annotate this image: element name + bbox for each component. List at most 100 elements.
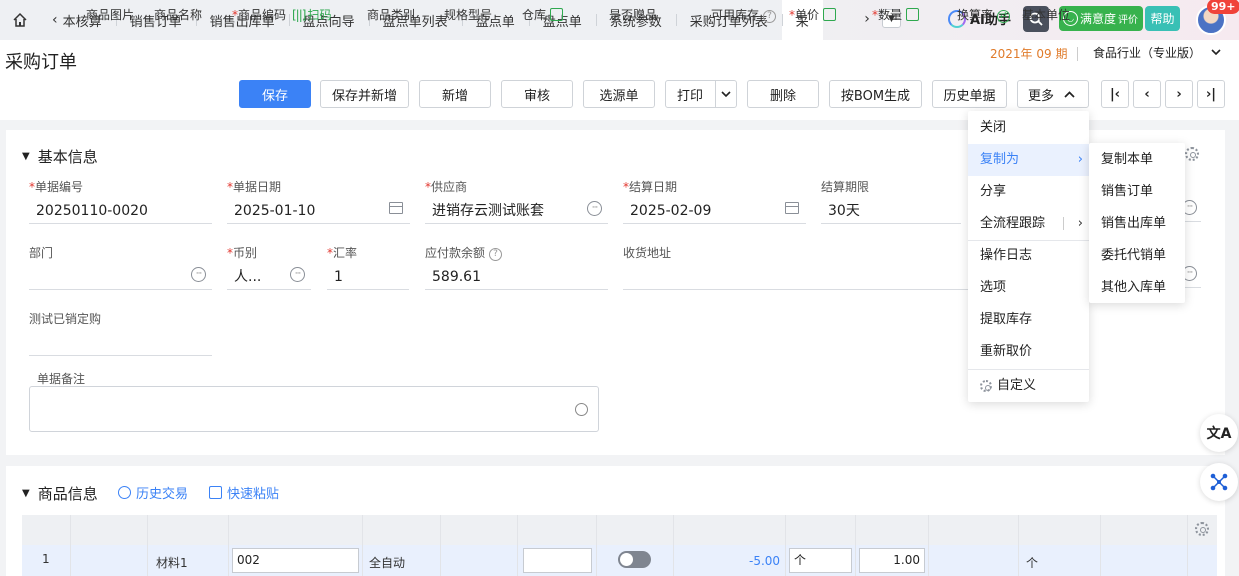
gear-icon[interactable] (1185, 147, 1199, 161)
collapse-triangle-icon: ▼ (22, 488, 30, 499)
menu-item-customize[interactable]: 自定义 (968, 370, 1089, 402)
row-warehouse-input[interactable] (523, 548, 592, 573)
gear-icon[interactable] (1195, 522, 1209, 536)
batch-edit-icon[interactable] (823, 8, 837, 21)
memo-textarea[interactable] (29, 386, 599, 432)
print-button[interactable]: 打印 (665, 80, 737, 108)
divider (1077, 47, 1078, 61)
next-record-icon[interactable]: › (1165, 80, 1193, 108)
save-and-new-button[interactable]: 保存并新增 (320, 80, 409, 108)
submenu-sales-order[interactable]: 销售订单 (1089, 176, 1185, 208)
col-base-unit[interactable]: 基本单位 (1022, 0, 1070, 30)
more-button[interactable]: 更多 (1017, 80, 1089, 108)
goods-info-header[interactable]: ▼ 商品信息 (22, 483, 98, 504)
select-source-button[interactable]: 选源单 (583, 80, 655, 108)
row-code-input[interactable]: 002 (232, 548, 359, 573)
row-base-unit: 个 (1026, 556, 1039, 570)
gear-icon (980, 380, 992, 392)
row-unit-input[interactable]: 个 (789, 548, 852, 573)
calendar-icon[interactable] (389, 202, 403, 214)
col-spec[interactable]: 规格型号 (444, 0, 492, 30)
last-record-icon[interactable]: ›| (1197, 80, 1225, 108)
currency-field[interactable]: *币别 人... ··· (227, 244, 311, 290)
satisfaction-button[interactable]: ◡ 满意度 评价 (1059, 6, 1143, 31)
menu-item-extract-stock[interactable]: 提取库存 (968, 304, 1089, 336)
history-trade-link[interactable]: 历史交易 (118, 483, 188, 502)
col-unit-price[interactable]: *单价 (789, 0, 837, 30)
page-title: 采购订单 (5, 52, 77, 73)
col-image[interactable]: 商品图片 (86, 0, 134, 30)
col-name[interactable]: 商品名称 (154, 0, 202, 30)
divider (715, 81, 716, 107)
period-label[interactable]: 2021年 09 期 (990, 45, 1067, 62)
chevron-down-icon[interactable] (721, 91, 731, 98)
menu-item-close[interactable]: 关闭 (968, 112, 1089, 144)
col-stock[interactable]: 可用库存? (711, 0, 777, 30)
submenu-copy-this[interactable]: 复制本单 (1089, 144, 1185, 176)
help-icon[interactable]: ? (763, 10, 777, 23)
first-record-icon[interactable]: |‹ (1101, 80, 1129, 108)
more-options-icon[interactable]: ··· (587, 201, 602, 216)
help-icon[interactable]: ? (489, 248, 503, 261)
row-qty-input[interactable]: 1.00 (859, 548, 925, 573)
menu-item-share[interactable]: 分享 (968, 176, 1089, 208)
col-rate[interactable]: 换算率 ⇄ (957, 0, 1011, 30)
chevron-right-icon: › (1077, 152, 1083, 167)
calendar-icon[interactable] (785, 202, 799, 214)
gift-toggle[interactable] (618, 551, 651, 568)
more-options-icon[interactable]: ··· (290, 267, 305, 282)
copy-as-submenu: 复制本单 销售订单 销售出库单 委托代销单 其他入库单 (1089, 143, 1185, 303)
col-gift[interactable]: 是否赠品 (609, 0, 657, 30)
payable-balance-field: 应付款余额? 589.61 (425, 244, 608, 290)
department-field[interactable]: 部门 ··· (29, 244, 212, 290)
edit-icon[interactable] (575, 403, 588, 416)
notification-badge: 99+ (1207, 0, 1239, 14)
settle-date-field[interactable]: *结算日期 2025-02-09 (623, 178, 806, 224)
submenu-other-inbound[interactable]: 其他入库单 (1089, 272, 1185, 304)
delete-button[interactable]: 删除 (747, 80, 819, 108)
menu-item-copy-as[interactable]: 复制为 › (968, 144, 1089, 176)
network-icon[interactable] (1200, 463, 1238, 501)
table-header (22, 515, 1217, 545)
batch-edit-icon[interactable] (906, 8, 920, 21)
col-category[interactable]: 商品类别 (367, 0, 415, 30)
previous-record-icon[interactable]: ‹ (1133, 80, 1161, 108)
chevron-right-icon[interactable]: › (1078, 208, 1083, 240)
row-name[interactable]: 材料1 (156, 554, 188, 571)
generate-by-bom-button[interactable]: 按BOM生成 (829, 80, 922, 108)
test-presold-field[interactable]: 测试已销定购 (29, 310, 212, 356)
menu-item-options[interactable]: 选项 (968, 272, 1089, 304)
audit-button[interactable]: 审核 (501, 80, 573, 108)
new-button[interactable]: 新增 (419, 80, 491, 108)
batch-edit-icon[interactable] (550, 8, 564, 21)
save-button[interactable]: 保存 (239, 80, 311, 108)
scan-button[interactable]: [||] 扫码 (292, 0, 331, 30)
quick-paste-link[interactable]: 快速粘贴 (209, 483, 279, 502)
history-docs-button[interactable]: 历史单据 (932, 80, 1007, 108)
submenu-sales-outbound[interactable]: 销售出库单 (1089, 208, 1185, 240)
col-code[interactable]: *商品编码 (232, 0, 286, 30)
doc-number-field[interactable]: *单据编号 20250110-0020 (29, 178, 212, 224)
barcode-icon: [||] (292, 8, 306, 22)
swap-icon[interactable]: ⇄ (997, 10, 1011, 23)
col-warehouse[interactable]: 仓库 (522, 0, 564, 30)
delivery-address-field[interactable]: 收货地址 (623, 244, 968, 290)
home-icon[interactable] (0, 0, 40, 40)
col-qty[interactable]: *数量 (872, 0, 920, 30)
basic-info-header[interactable]: ▼ 基本信息 (22, 146, 98, 167)
submenu-consignment[interactable]: 委托代销单 (1089, 240, 1185, 272)
supplier-field[interactable]: *供应商 进销存云测试账套 ··· (425, 178, 608, 224)
chevron-up-icon (1064, 90, 1075, 98)
translate-icon[interactable]: 文A (1200, 414, 1238, 452)
help-button[interactable]: 帮助 (1145, 6, 1180, 31)
industry-selector[interactable]: 食品行业（专业版） (1093, 44, 1221, 61)
more-dropdown-menu: 关闭 复制为 › 分享 全流程跟踪 › 操作日志 选项 提取库存 重新取价 自定… (968, 111, 1089, 402)
chevron-left-icon[interactable]: ‹ (52, 12, 58, 28)
menu-item-full-trace[interactable]: 全流程跟踪 › (968, 208, 1089, 240)
exchange-rate-field[interactable]: *汇率 1 (327, 244, 409, 290)
more-options-icon[interactable]: ··· (191, 267, 206, 282)
doc-date-field[interactable]: *单据日期 2025-01-10 (227, 178, 410, 224)
menu-item-operation-log[interactable]: 操作日志 (968, 240, 1089, 272)
settle-term-field[interactable]: 结算期限 30天 (821, 178, 961, 224)
menu-item-refetch-price[interactable]: 重新取价 (968, 336, 1089, 368)
